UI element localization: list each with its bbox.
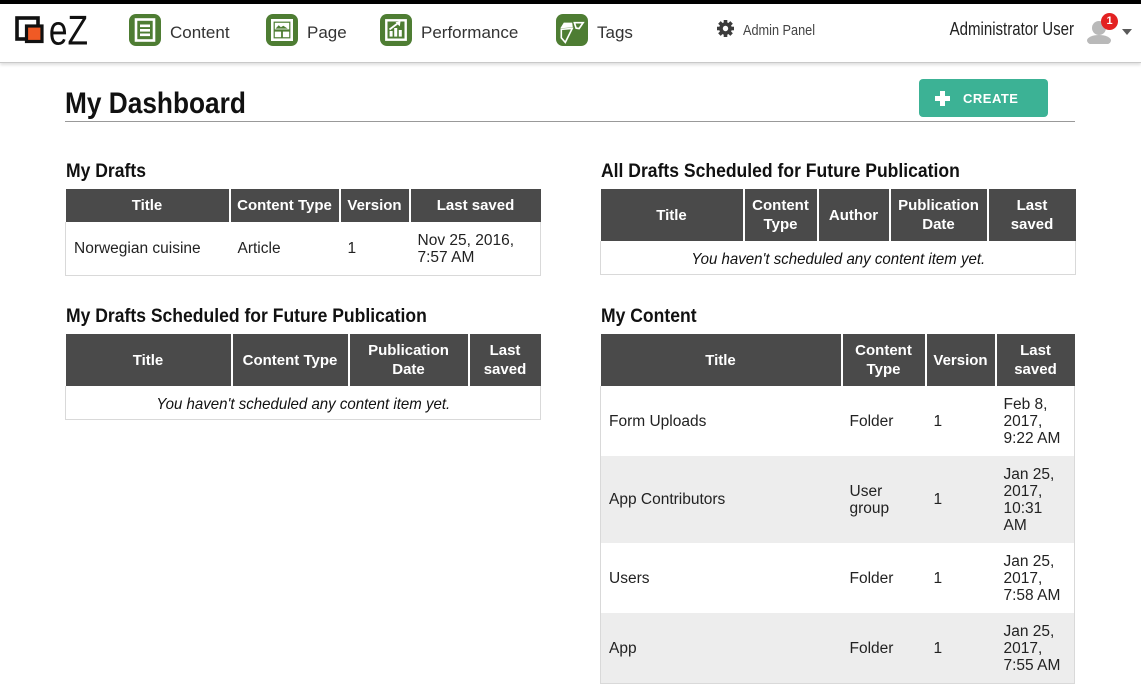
svg-text:eZ: eZ [49,9,88,51]
